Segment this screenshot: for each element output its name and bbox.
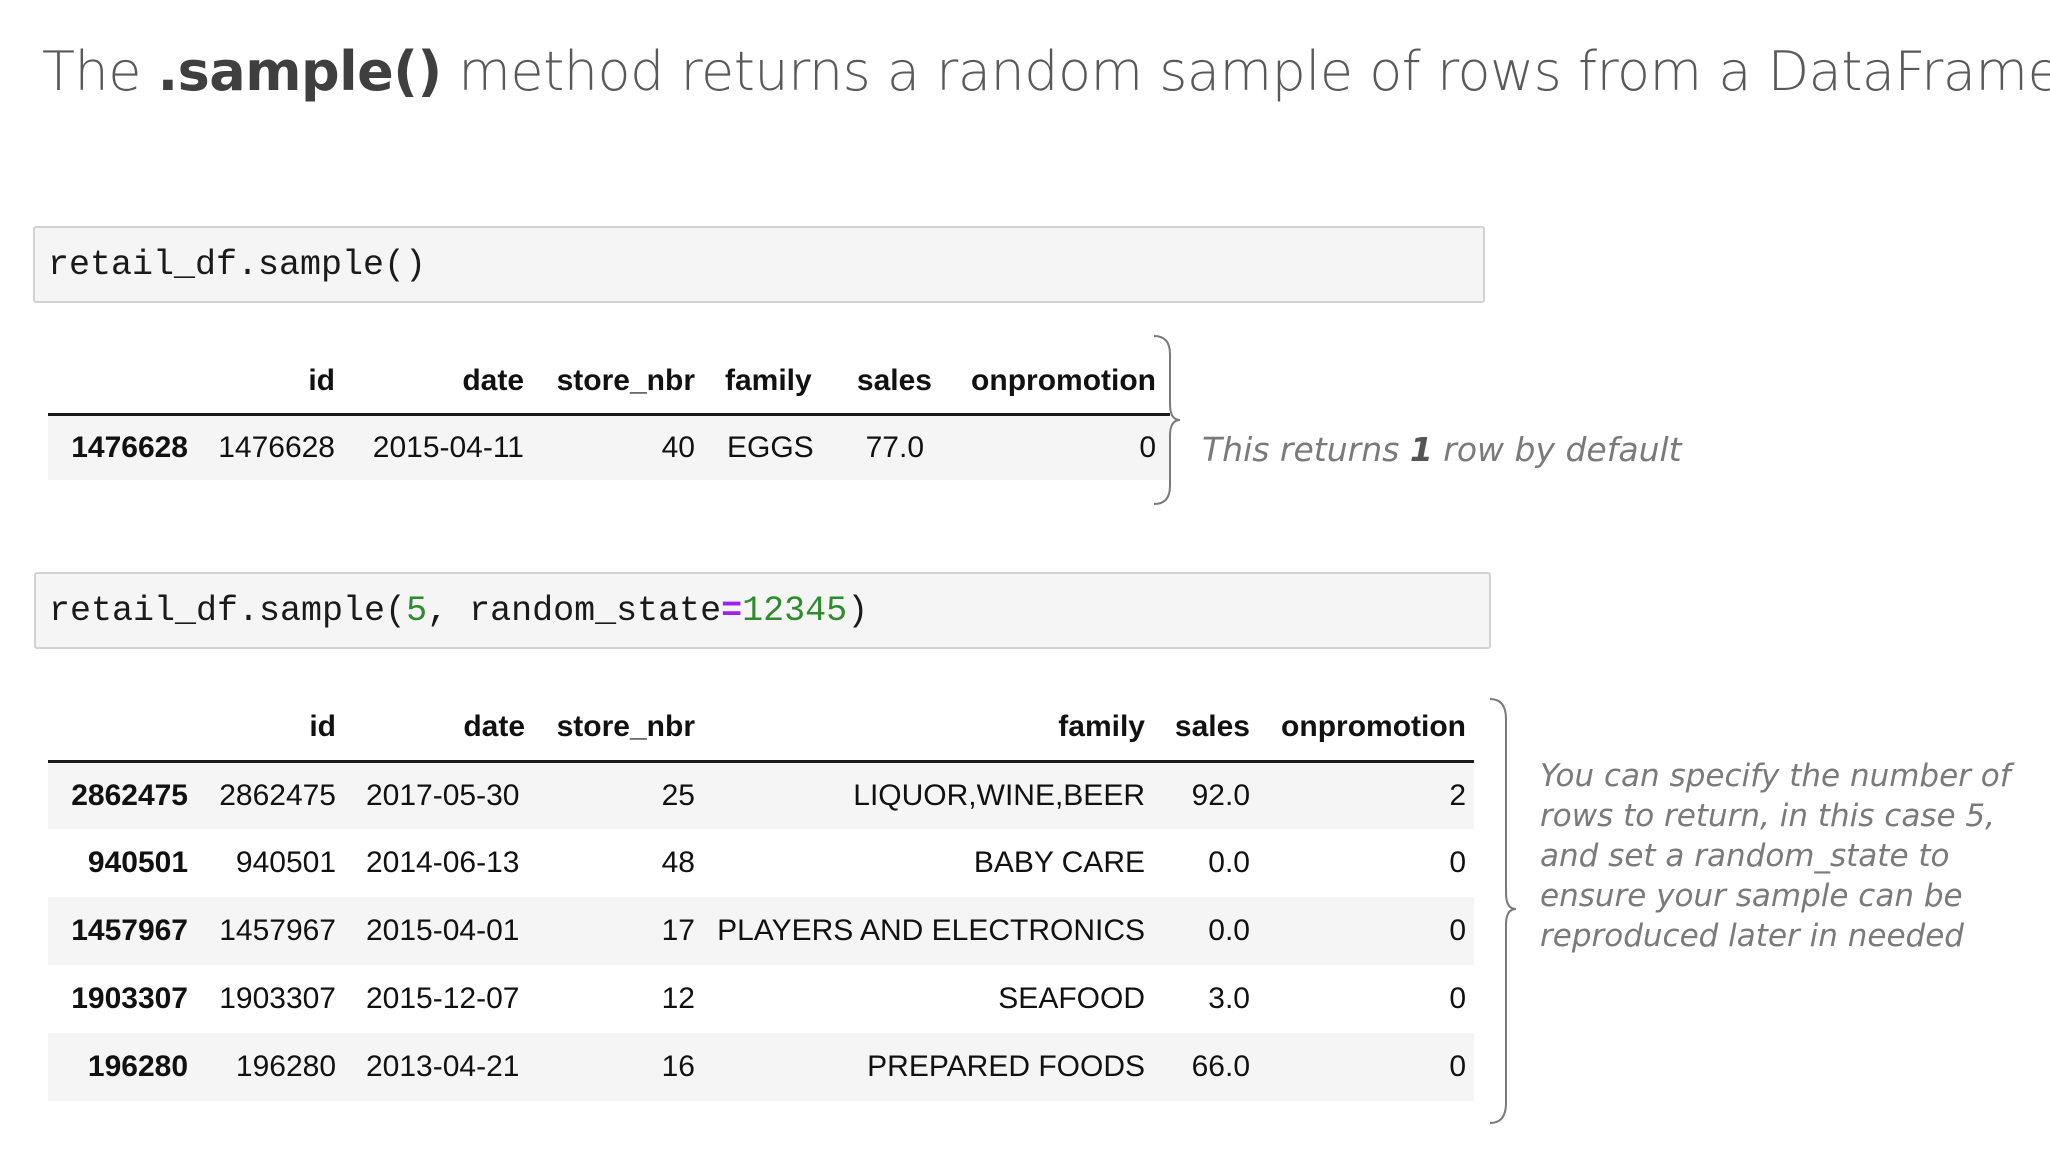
table-row: 1457967 1457967 2015-04-01 17 PLAYERS AN…	[48, 897, 1474, 965]
column-header-family: family	[1058, 710, 1145, 744]
title-suffix: method returns a random sample of rows f…	[441, 40, 2050, 103]
column-header-onpromotion: onpromotion	[1281, 710, 1466, 744]
column-header-sales: sales	[1174, 710, 1250, 744]
index-header	[48, 695, 188, 761]
cell-date: 2015-12-07	[366, 982, 520, 1015]
slide-title: The .sample() method returns a random sa…	[42, 40, 2050, 103]
cell-onpromotion: 0	[1449, 982, 1466, 1015]
cell-store-nbr: 25	[661, 778, 695, 812]
note-random-state: You can specify the number of rows to re…	[1540, 758, 2011, 954]
cell-date: 2015-04-11	[372, 430, 524, 464]
table-row: 940501 940501 2014-06-13 48 BABY CARE 0.…	[48, 829, 1474, 897]
cell-onpromotion: 2	[1449, 778, 1466, 812]
cell-id: 1457967	[219, 914, 336, 947]
table-row: 1903307 1903307 2015-12-07 12 SEAFOOD 3.…	[48, 965, 1474, 1033]
cell-onpromotion: 0	[1449, 1050, 1466, 1083]
note1-suffix: row by default	[1432, 430, 1682, 469]
cell-family: PLAYERS AND ELECTRONICS	[717, 914, 1145, 947]
cell-family: PREPARED FOODS	[867, 1050, 1145, 1083]
column-header-store-nbr: store_nbr	[556, 710, 695, 744]
table-header-row: id date store_nbr family sales onpromoti…	[48, 350, 1170, 414]
column-header-store-nbr: store_nbr	[556, 364, 695, 398]
column-header-family: family	[725, 364, 812, 398]
row-index: 1903307	[71, 982, 188, 1015]
cell-id: 2862475	[219, 778, 336, 812]
code-equals: =	[721, 590, 743, 631]
column-header-id: id	[309, 710, 336, 744]
index-header	[48, 350, 188, 414]
dataframe-output-2: id date store_nbr family sales onpromoti…	[48, 695, 1474, 1101]
cell-id: 940501	[235, 846, 336, 879]
row-index: 1476628	[71, 430, 188, 464]
code-kwarg-name: , random_state	[427, 590, 722, 631]
column-header-id: id	[308, 364, 335, 398]
row-index: 196280	[87, 1050, 188, 1083]
note1-prefix: This returns	[1202, 430, 1410, 469]
cell-family: SEAFOOD	[998, 982, 1145, 1015]
table-row: 196280 196280 2013-04-21 16 PREPARED FOO…	[48, 1033, 1474, 1101]
cell-store-nbr: 17	[661, 914, 695, 947]
cell-store-nbr: 12	[661, 982, 695, 1015]
row-index: 2862475	[71, 778, 188, 812]
table-header-row: id date store_nbr family sales onpromoti…	[48, 695, 1474, 761]
code-seed: 12345	[742, 590, 848, 631]
column-header-sales: sales	[856, 364, 932, 398]
cell-sales: 3.0	[1208, 982, 1250, 1015]
cell-onpromotion: 0	[1449, 846, 1466, 879]
column-header-date: date	[462, 364, 524, 398]
code-close-paren: )	[847, 590, 869, 631]
column-header-date: date	[463, 710, 525, 744]
code-arg-n: 5	[406, 590, 428, 631]
cell-date: 2015-04-01	[366, 914, 520, 947]
dataframe-output-1: id date store_nbr family sales onpromoti…	[48, 350, 1170, 480]
code-cell-1[interactable]: retail_df.sample()	[33, 226, 1485, 303]
table-row: 2862475 2862475 2017-05-30 25 LIQUOR,WIN…	[48, 761, 1474, 829]
cell-family: EGGS	[727, 430, 814, 464]
cell-sales: 66.0	[1191, 1050, 1250, 1083]
row-index: 940501	[87, 846, 188, 879]
cell-store-nbr: 16	[661, 1050, 695, 1083]
cell-onpromotion: 0	[1139, 430, 1156, 464]
cell-date: 2017-05-30	[366, 778, 520, 812]
cell-sales: 0.0	[1208, 914, 1250, 947]
cell-date: 2014-06-13	[366, 846, 520, 879]
cell-sales: 77.0	[865, 430, 924, 464]
cell-onpromotion: 0	[1449, 914, 1466, 947]
note1-bold: 1	[1409, 430, 1433, 469]
note-default-row: This returns 1 row by default	[1202, 430, 1682, 469]
code-text-1: retail_df.sample()	[48, 244, 427, 285]
column-header-onpromotion: onpromotion	[971, 364, 1156, 398]
brace-1	[1153, 335, 1181, 505]
title-prefix: The	[42, 40, 158, 103]
cell-id: 1476628	[218, 430, 335, 464]
cell-sales: 92.0	[1191, 778, 1250, 812]
cell-sales: 0.0	[1208, 846, 1250, 879]
title-method: .sample()	[157, 40, 443, 103]
cell-family: LIQUOR,WINE,BEER	[853, 778, 1145, 812]
table-row: 1476628 1476628 2015-04-11 40 EGGS 77.0 …	[48, 414, 1170, 480]
code-cell-2[interactable]: retail_df.sample(5, random_state = 12345)	[34, 572, 1491, 649]
cell-id: 1903307	[219, 982, 336, 1015]
cell-family: BABY CARE	[973, 846, 1145, 879]
code-fn-call: retail_df.sample(	[49, 590, 407, 631]
cell-store-nbr: 40	[661, 430, 695, 464]
brace-2	[1489, 698, 1517, 1124]
row-index: 1457967	[71, 914, 188, 947]
cell-date: 2013-04-21	[366, 1050, 520, 1083]
cell-id: 196280	[235, 1050, 336, 1083]
cell-store-nbr: 48	[661, 846, 695, 879]
